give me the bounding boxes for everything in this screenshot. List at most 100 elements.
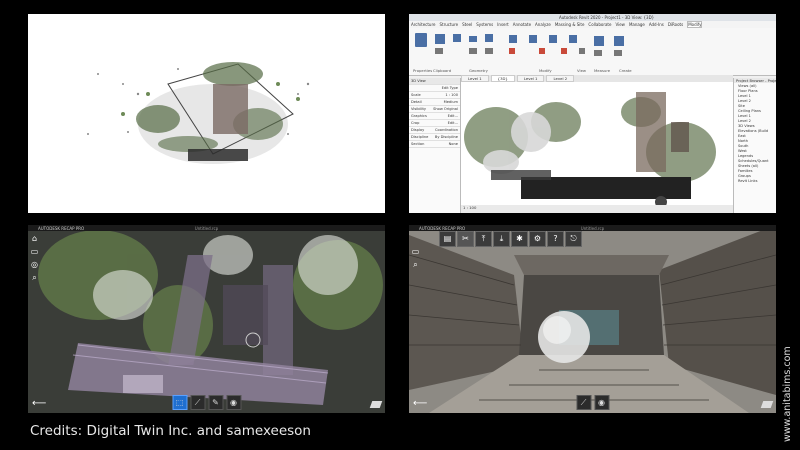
ribbon-tab-view[interactable]: View xyxy=(615,22,625,27)
group-properties: Properties xyxy=(413,68,433,73)
property-label: Section xyxy=(411,142,425,146)
recap-left-toolbar: ⌂ ▭ ◎ ⌕ xyxy=(30,234,41,282)
display-icon[interactable]: ▭ xyxy=(30,247,39,256)
3d-view-canvas[interactable] xyxy=(461,82,733,213)
group-view: View xyxy=(577,68,587,73)
ribbon-tab-manage[interactable]: Manage xyxy=(629,22,645,27)
view-tabs: Level 1 {3D} Level 1 Level 2 xyxy=(461,75,733,82)
group-modify: Modify xyxy=(539,68,552,73)
revit-point-cloud xyxy=(461,82,722,213)
property-row[interactable]: Display Coordination xyxy=(409,127,460,134)
view-control-bar[interactable]: 1 : 100 xyxy=(461,205,733,213)
property-row[interactable]: Scale 1 : 100 xyxy=(409,92,460,99)
window-title: Autodesk Revit 2020 - Project1 - 3D View… xyxy=(559,15,655,20)
revit-ribbon-tabs: Architecture Structure Steel Systems Insert A… xyxy=(409,21,776,28)
search-icon[interactable]: ⌕ xyxy=(30,273,39,282)
settings-icon-2[interactable]: ⚙ xyxy=(529,231,546,247)
property-label: Visibility xyxy=(411,107,427,111)
ribbon-tab-systems[interactable]: Systems xyxy=(476,22,493,27)
recap-top-toolbar: ▤ ✂ ⤒ ⤓ ✱ ⚙ ? ⎋ xyxy=(439,231,582,247)
help-icon[interactable]: ? xyxy=(547,231,564,247)
home-icon[interactable]: ⌂ xyxy=(30,234,39,243)
select-window-icon[interactable]: ⬚ xyxy=(172,395,187,410)
browser-item[interactable]: Revit Links xyxy=(736,179,774,184)
revit-title-bar: Autodesk Revit 2020 - Project1 - 3D View… xyxy=(409,14,776,21)
back-arrow-icon-2[interactable]: ⟵ xyxy=(413,398,427,409)
property-value[interactable]: Edit... xyxy=(448,114,458,118)
property-row[interactable]: Visibility Show Original xyxy=(409,106,460,113)
property-value[interactable]: None xyxy=(449,142,458,146)
view-tab[interactable]: Level 2 xyxy=(546,75,575,82)
ribbon-tool-icons xyxy=(415,33,624,56)
clip-icon[interactable]: ✂ xyxy=(457,231,474,247)
revit-ribbon: Properties Clipboard Geometry Modify Vie… xyxy=(409,28,776,76)
ribbon-tab-insert[interactable]: Insert xyxy=(497,22,508,27)
property-row[interactable]: Detail Medium xyxy=(409,99,460,106)
download-icon[interactable]: ⤓ xyxy=(493,231,510,247)
edit-type-button[interactable]: Edit Type xyxy=(442,86,458,90)
ribbon-tab-steel[interactable]: Steel xyxy=(462,22,472,27)
ribbon-tab-architecture[interactable]: Architecture xyxy=(411,22,436,27)
property-label: Display xyxy=(411,128,425,132)
measure-icon-2[interactable]: ⟋ xyxy=(576,395,591,410)
app-name: AUTODESK RECAP PRO xyxy=(38,225,85,231)
browser-item[interactable]: Schedules/Quant xyxy=(736,159,774,164)
tools-icon[interactable]: ✱ xyxy=(511,231,528,247)
back-arrow-icon[interactable]: ⟵ xyxy=(32,398,46,409)
ribbon-tab-analyze[interactable]: Analyze xyxy=(535,22,551,27)
ribbon-tab-massing-site[interactable]: Massing & Site xyxy=(555,22,585,27)
annotate-icon[interactable]: ✎ xyxy=(208,395,223,410)
property-value[interactable]: 1 : 100 xyxy=(445,93,458,97)
point-cloud-overview-panel xyxy=(28,14,385,213)
group-measure: Measure xyxy=(594,68,611,73)
view-type[interactable]: 3D View xyxy=(409,78,460,85)
ribbon-tab-annotate[interactable]: Annotate xyxy=(513,22,531,27)
file-name: Untitled.rcp xyxy=(194,225,219,231)
measure-icon[interactable]: ⟋ xyxy=(190,395,205,410)
view-tab[interactable]: Level 1 xyxy=(461,75,489,82)
recap-scene-2[interactable] xyxy=(409,225,776,413)
property-label: Scale xyxy=(411,93,421,97)
settings-icon[interactable]: ◎ xyxy=(30,260,39,269)
revit-window: Autodesk Revit 2020 - Project1 - 3D View… xyxy=(409,14,776,213)
app-name-2: AUTODESK RECAP PRO xyxy=(419,225,466,231)
ribbon-tab-add-ins[interactable]: Add-Ins xyxy=(649,22,664,27)
property-value[interactable]: Show Original xyxy=(433,107,458,111)
property-value[interactable]: Medium xyxy=(444,100,458,104)
credits-caption: Credits: Digital Twin Inc. and samexeeso… xyxy=(30,423,311,439)
group-clipboard: Clipboard xyxy=(433,68,452,73)
exit-icon[interactable]: ⎋ xyxy=(565,231,582,247)
property-value[interactable]: Coordination xyxy=(435,128,458,132)
group-geometry: Geometry xyxy=(469,68,488,73)
display-icon-2[interactable]: ▭ xyxy=(411,247,420,256)
ribbon-tab-modify[interactable]: Modify xyxy=(687,21,703,28)
recap-scene-1[interactable] xyxy=(28,225,385,413)
snapshot-icon-2[interactable]: ◉ xyxy=(594,395,609,410)
property-label: Graphics xyxy=(411,114,427,118)
upload-icon[interactable]: ⤒ xyxy=(475,231,492,247)
edit-type-row[interactable]: Edit Type xyxy=(409,85,460,92)
point-cloud-image xyxy=(87,62,310,164)
recap-bottom-tools: ⬚ ⟋ ✎ ◉ xyxy=(172,395,241,410)
recap-title-bar: AUTODESK RECAP PRO Untitled.rcp xyxy=(28,225,385,231)
view-tab[interactable]: {3D} xyxy=(490,75,515,82)
search-icon-2[interactable]: ⌕ xyxy=(411,260,420,269)
view-type-label: 3D View xyxy=(411,79,426,83)
property-row[interactable]: Graphics Edit... xyxy=(409,113,460,120)
snapshot-icon[interactable]: ◉ xyxy=(226,395,241,410)
layers-icon[interactable]: ▤ xyxy=(439,231,456,247)
property-row[interactable]: Section None xyxy=(409,141,460,148)
property-row[interactable]: Discipline By Discipline xyxy=(409,134,460,141)
view-tab[interactable]: Level 1 xyxy=(516,75,545,82)
property-value[interactable]: Edit... xyxy=(448,121,458,125)
properties-palette: 3D View Edit Type Scale 1 : 100 Detail Medi… xyxy=(409,78,461,213)
view-scale[interactable]: 1 : 100 xyxy=(463,205,476,210)
recap-stepwell-view: AUTODESK RECAP PRO Untitled.rcp ▤ ✂ ⤒ ⤓ ✱… xyxy=(409,225,776,413)
ribbon-tab-collaborate[interactable]: Collaborate xyxy=(588,22,611,27)
property-value[interactable]: By Discipline xyxy=(435,135,458,139)
ribbon-tab-structure[interactable]: Structure xyxy=(440,22,459,27)
property-label: Crop xyxy=(411,121,420,125)
ribbon-tab-diroots[interactable]: DiRoots xyxy=(668,22,683,27)
property-row[interactable]: Crop Edit... xyxy=(409,120,460,127)
recap-bottom-tools-2: ⟋ ◉ xyxy=(576,395,609,410)
